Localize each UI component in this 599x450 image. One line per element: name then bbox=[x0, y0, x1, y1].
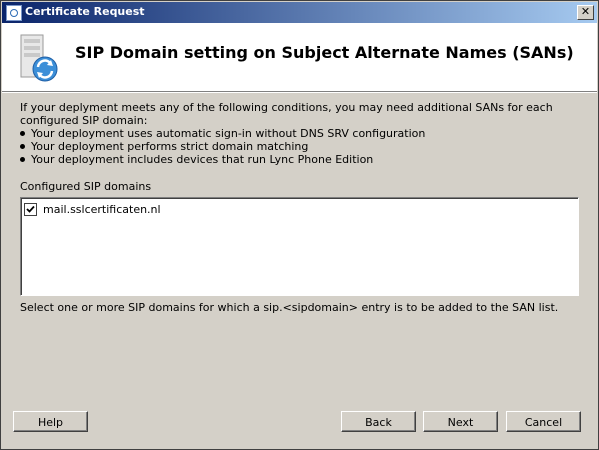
sip-domain-label: mail.sslcertificaten.nl bbox=[43, 203, 161, 216]
bullet-icon bbox=[20, 144, 25, 149]
condition-item: Your deployment performs strict domain m… bbox=[20, 140, 585, 153]
cancel-button[interactable]: Cancel bbox=[506, 411, 581, 432]
server-certificate-icon bbox=[20, 34, 58, 82]
title-bar[interactable]: Certificate Request ✕ bbox=[2, 2, 597, 23]
intro-text: If your deplyment meets any of the follo… bbox=[20, 101, 553, 127]
bullet-icon bbox=[20, 157, 25, 162]
sip-domains-label: Configured SIP domains bbox=[20, 180, 152, 193]
bullet-icon bbox=[20, 131, 25, 136]
condition-item: Your deployment includes devices that ru… bbox=[20, 153, 585, 166]
certificate-request-window: Certificate Request ✕ SIP Domain setting… bbox=[0, 0, 599, 450]
help-button[interactable]: Help bbox=[13, 411, 88, 432]
close-icon: ✕ bbox=[580, 5, 591, 18]
checkmark-icon bbox=[26, 205, 35, 213]
header-divider bbox=[2, 92, 597, 93]
hint-text: Select one or more SIP domains for which… bbox=[20, 301, 559, 314]
sip-domain-item[interactable]: mail.sslcertificaten.nl bbox=[24, 202, 161, 217]
back-button[interactable]: Back bbox=[341, 411, 416, 432]
close-button[interactable]: ✕ bbox=[577, 5, 594, 20]
sip-domain-checkbox[interactable] bbox=[24, 203, 37, 216]
conditions-list: Your deployment uses automatic sign-in w… bbox=[20, 127, 585, 166]
condition-item: Your deployment uses automatic sign-in w… bbox=[20, 127, 585, 140]
description: If your deplyment meets any of the follo… bbox=[20, 101, 585, 166]
wizard-header: SIP Domain setting on Subject Alternate … bbox=[2, 23, 597, 92]
next-button[interactable]: Next bbox=[423, 411, 498, 432]
window-title: Certificate Request bbox=[25, 5, 145, 18]
page-title: SIP Domain setting on Subject Alternate … bbox=[75, 43, 574, 62]
sip-domains-listbox[interactable]: mail.sslcertificaten.nl bbox=[20, 197, 579, 296]
app-icon bbox=[6, 5, 22, 21]
